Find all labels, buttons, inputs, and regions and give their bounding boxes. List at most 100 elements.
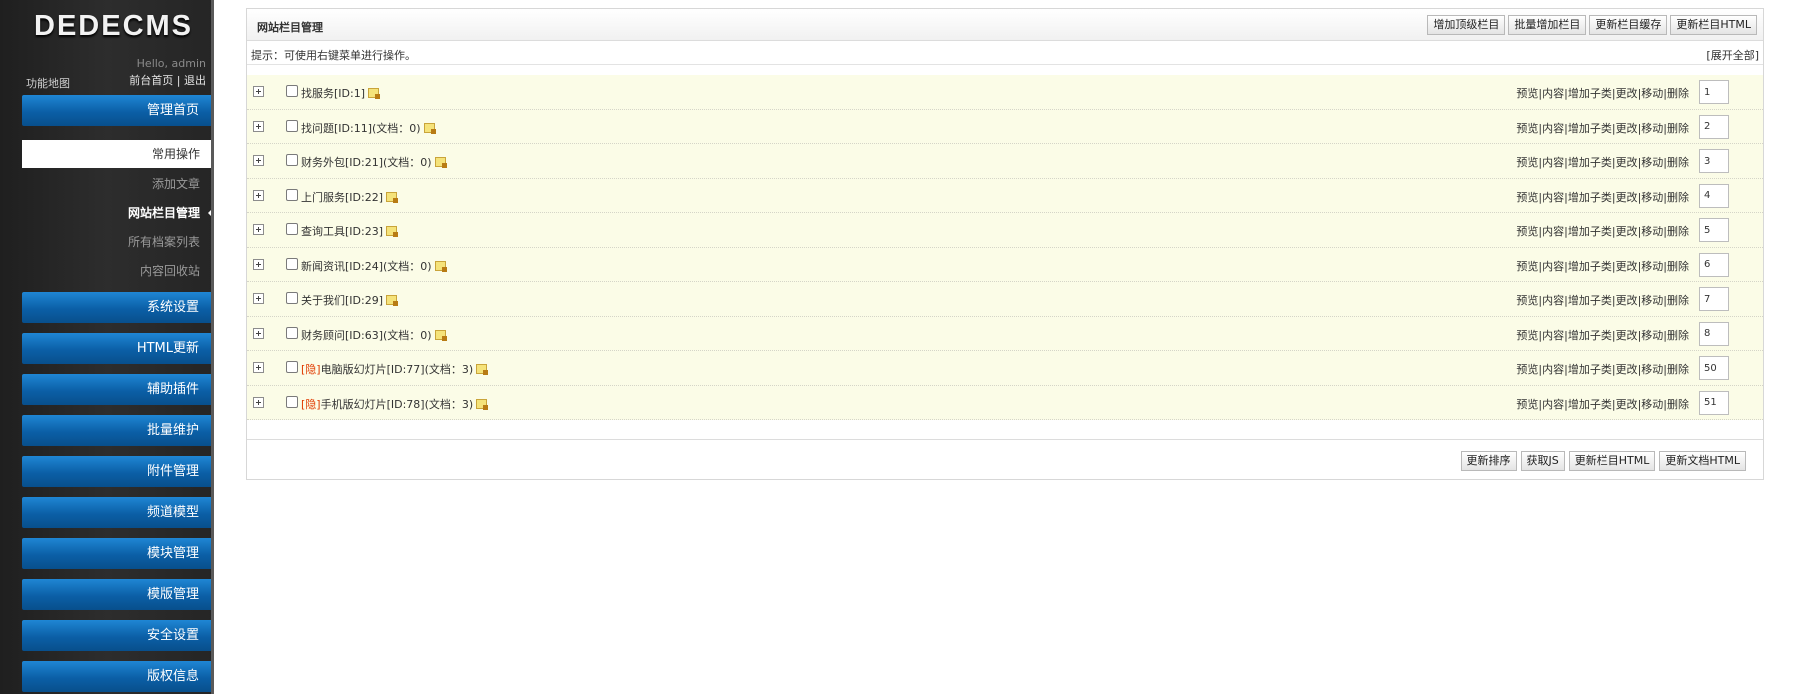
row-checkbox[interactable] [286, 326, 298, 339]
sort-order-input[interactable] [1699, 287, 1729, 311]
get-js-button[interactable]: 获取JS [1520, 451, 1565, 471]
expand-all-link[interactable]: [展开全部] [1706, 47, 1759, 63]
category-label[interactable]: 上门服务[ID:22] [301, 191, 383, 204]
category-label[interactable]: 找问题[ID:11](文档：0) [301, 122, 421, 135]
category-label[interactable]: 关于我们[ID:29] [301, 294, 383, 307]
delete-link[interactable]: 删除 [1667, 398, 1689, 411]
move-link[interactable]: 移动 [1641, 398, 1663, 411]
move-link[interactable]: 移动 [1641, 156, 1663, 169]
category-name[interactable]: 新闻资讯[ID:24](文档：0) [301, 258, 447, 274]
row-checkbox[interactable] [286, 257, 298, 270]
category-name[interactable]: [隐]手机版幻灯片[ID:78](文档：3) [301, 396, 489, 412]
move-link[interactable]: 移动 [1641, 260, 1663, 273]
batch-add-category-button[interactable]: 批量增加栏目 [1508, 15, 1587, 35]
delete-link[interactable]: 删除 [1667, 363, 1689, 376]
expand-plus-icon[interactable] [253, 396, 264, 408]
preview-link[interactable]: 预览 [1516, 398, 1538, 411]
add-subcategory-link[interactable]: 增加子类 [1568, 122, 1612, 135]
delete-link[interactable]: 删除 [1667, 294, 1689, 307]
sort-order-input[interactable] [1699, 149, 1729, 173]
category-name[interactable]: 找服务[ID:1] [301, 85, 381, 101]
sort-order-input[interactable] [1699, 114, 1729, 139]
category-label[interactable]: 电脑版幻灯片[ID:77](文档：3) [321, 363, 474, 376]
expand-plus-icon[interactable] [253, 86, 264, 97]
preview-link[interactable]: 预览 [1516, 191, 1538, 204]
sort-order-input[interactable] [1699, 218, 1729, 242]
move-link[interactable]: 移动 [1641, 87, 1663, 100]
expand-plus-icon[interactable] [253, 258, 264, 270]
add-subcategory-link[interactable]: 增加子类 [1568, 87, 1612, 100]
expand-plus-icon[interactable] [253, 189, 264, 201]
row-checkbox[interactable] [286, 292, 298, 304]
delete-link[interactable]: 删除 [1667, 329, 1689, 342]
expand-plus-icon[interactable] [253, 224, 264, 235]
add-subcategory-link[interactable]: 增加子类 [1568, 329, 1612, 342]
update-category-html-footer-button[interactable]: 更新栏目HTML [1568, 451, 1656, 471]
function-map-link[interactable]: 功能地图 [26, 75, 70, 91]
preview-link[interactable]: 预览 [1516, 156, 1538, 169]
edit-note-icon[interactable] [476, 364, 489, 375]
nav-system-settings[interactable]: 系统设置 [22, 292, 213, 323]
category-label[interactable]: 财务顾问[ID:63](文档：0) [301, 329, 432, 342]
preview-link[interactable]: 预览 [1516, 260, 1538, 273]
delete-link[interactable]: 删除 [1667, 225, 1689, 238]
nav-section-common[interactable]: 常用操作 [22, 140, 214, 168]
row-checkbox[interactable] [286, 154, 298, 166]
expand-plus-icon[interactable] [253, 362, 264, 373]
sub-item-category-manage[interactable]: 网站栏目管理 [128, 204, 200, 221]
content-link[interactable]: 内容 [1542, 225, 1564, 238]
category-label[interactable]: 财务外包[ID:21](文档：0) [301, 156, 432, 169]
edit-note-icon[interactable] [434, 157, 447, 168]
delete-link[interactable]: 删除 [1667, 156, 1689, 169]
add-subcategory-link[interactable]: 增加子类 [1568, 156, 1612, 169]
front-page-link[interactable]: 前台首页 [129, 74, 173, 87]
add-subcategory-link[interactable]: 增加子类 [1568, 225, 1612, 238]
row-checkbox[interactable] [286, 395, 298, 408]
category-label[interactable]: 查询工具[ID:23] [301, 225, 383, 238]
preview-link[interactable]: 预览 [1516, 87, 1538, 100]
sub-item-recycle-bin[interactable]: 内容回收站 [140, 262, 200, 279]
expand-plus-icon[interactable] [253, 327, 264, 339]
row-checkbox[interactable] [286, 85, 298, 97]
category-name[interactable]: 财务外包[ID:21](文档：0) [301, 154, 447, 170]
row-checkbox[interactable] [286, 188, 298, 201]
sort-order-input[interactable] [1699, 80, 1729, 104]
move-link[interactable]: 移动 [1641, 363, 1663, 376]
delete-link[interactable]: 删除 [1667, 87, 1689, 100]
nav-html-update[interactable]: HTML更新 [22, 333, 213, 364]
add-subcategory-link[interactable]: 增加子类 [1568, 363, 1612, 376]
category-label[interactable]: 手机版幻灯片[ID:78](文档：3) [321, 398, 474, 411]
add-subcategory-link[interactable]: 增加子类 [1568, 294, 1612, 307]
sub-item-all-archives[interactable]: 所有档案列表 [128, 233, 200, 250]
update-order-button[interactable]: 更新排序 [1460, 451, 1517, 471]
update-cache-button[interactable]: 更新栏目缓存 [1589, 15, 1668, 35]
move-link[interactable]: 移动 [1641, 191, 1663, 204]
nav-home-button[interactable]: 管理首页 [22, 95, 213, 126]
edit-note-icon[interactable] [368, 88, 381, 99]
expand-plus-icon[interactable] [253, 120, 264, 132]
category-name[interactable]: [隐]电脑版幻灯片[ID:77](文档：3) [301, 361, 489, 377]
nav-batch-maintenance[interactable]: 批量维护 [22, 415, 213, 446]
sub-item-add-article[interactable]: 添加文章 [152, 175, 200, 192]
nav-security[interactable]: 安全设置 [22, 620, 213, 651]
category-name[interactable]: 关于我们[ID:29] [301, 292, 399, 308]
edit-link[interactable]: 更改 [1616, 294, 1638, 307]
logout-link[interactable]: 退出 [184, 74, 206, 87]
edit-link[interactable]: 更改 [1616, 260, 1638, 273]
expand-plus-icon[interactable] [253, 155, 264, 166]
nav-plugins[interactable]: 辅助插件 [22, 374, 213, 405]
category-name[interactable]: 找问题[ID:11](文档：0) [301, 120, 436, 136]
content-link[interactable]: 内容 [1542, 398, 1564, 411]
preview-link[interactable]: 预览 [1516, 225, 1538, 238]
delete-link[interactable]: 删除 [1667, 260, 1689, 273]
edit-link[interactable]: 更改 [1616, 87, 1638, 100]
sort-order-input[interactable] [1699, 356, 1729, 380]
category-name[interactable]: 上门服务[ID:22] [301, 189, 399, 205]
edit-link[interactable]: 更改 [1616, 191, 1638, 204]
nav-attachments[interactable]: 附件管理 [22, 456, 213, 487]
content-link[interactable]: 内容 [1542, 156, 1564, 169]
move-link[interactable]: 移动 [1641, 329, 1663, 342]
delete-link[interactable]: 删除 [1667, 191, 1689, 204]
content-link[interactable]: 内容 [1542, 122, 1564, 135]
add-top-category-button[interactable]: 增加顶级栏目 [1427, 15, 1506, 35]
